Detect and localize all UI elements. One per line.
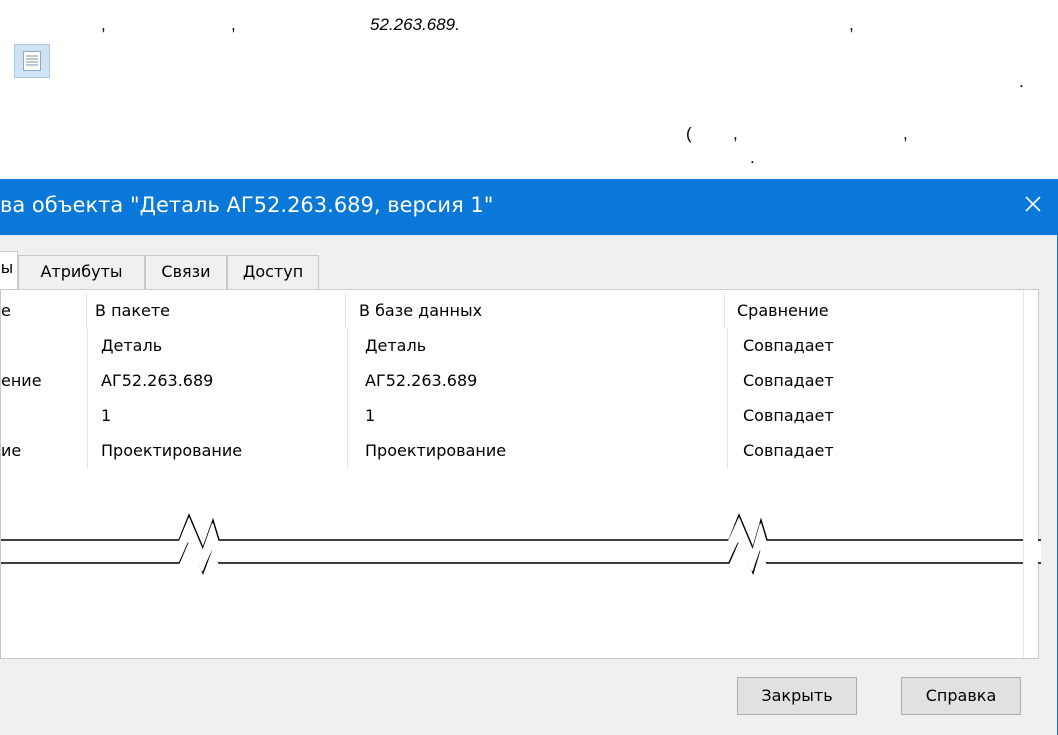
table-row[interactable]: Деталь Деталь Совпадает bbox=[1, 328, 1025, 363]
text-fragment: , bbox=[733, 124, 738, 143]
text-fragment: , bbox=[231, 15, 236, 34]
tab-access[interactable]: Доступ bbox=[227, 255, 319, 289]
text-fragment: , bbox=[849, 15, 854, 34]
cell-name: ие bbox=[1, 441, 22, 460]
cell-database: АГ52.263.689 bbox=[365, 371, 478, 390]
cell-compare: Совпадает bbox=[743, 336, 834, 355]
table-row[interactable]: ие Проектирование Проектирование Совпада… bbox=[1, 433, 1025, 468]
object-properties-dialog: ва объекта "Деталь АГ52.263.689, версия … bbox=[0, 179, 1058, 735]
text-fragment: . bbox=[1019, 72, 1024, 91]
column-header-compare[interactable]: Сравнение bbox=[737, 293, 1024, 328]
properties-icon bbox=[14, 44, 50, 78]
cell-compare: Совпадает bbox=[743, 371, 834, 390]
break-line-graphic bbox=[1, 513, 1041, 576]
cell-name bbox=[1, 328, 86, 363]
text-fragment: , bbox=[903, 124, 908, 143]
cell-package: 1 bbox=[101, 406, 112, 425]
comparison-table-panel: е В пакете В базе данных Сравнение Детал… bbox=[0, 289, 1041, 659]
cell-compare: Совпадает bbox=[743, 406, 834, 425]
cell-compare: Совпадает bbox=[743, 441, 834, 460]
tab-links[interactable]: Связи bbox=[145, 255, 227, 289]
cell-name: ение bbox=[1, 371, 42, 390]
tab-label: Доступ bbox=[242, 262, 304, 281]
cell-database: 1 bbox=[365, 406, 376, 425]
dialog-title: ва объекта "Деталь АГ52.263.689, версия … bbox=[0, 193, 494, 217]
cell-database: Деталь bbox=[365, 336, 427, 355]
cell-package: Деталь bbox=[101, 336, 163, 355]
close-icon[interactable] bbox=[1018, 189, 1048, 219]
vertical-scrollbar[interactable] bbox=[1023, 290, 1038, 658]
column-header-package[interactable]: В пакете bbox=[95, 293, 346, 328]
column-header-name[interactable]: е bbox=[1, 293, 87, 328]
close-button[interactable]: Закрыть bbox=[737, 677, 857, 715]
tab-general[interactable]: ы bbox=[0, 251, 18, 289]
help-button[interactable]: Справка bbox=[901, 677, 1021, 715]
cell-package: Проектирование bbox=[101, 441, 243, 460]
tab-label: Связи bbox=[161, 262, 211, 281]
table-row[interactable]: 1 1 Совпадает bbox=[1, 398, 1025, 433]
tab-label: ы bbox=[0, 258, 14, 277]
table-row[interactable]: ение АГ52.263.689 АГ52.263.689 Совпадает bbox=[1, 363, 1025, 398]
cell-database: Проектирование bbox=[365, 441, 507, 460]
cell-name bbox=[1, 398, 86, 433]
part-number-text: 52.263.689. bbox=[370, 15, 460, 34]
cell-package: АГ52.263.689 bbox=[101, 371, 214, 390]
comparison-table: е В пакете В базе данных Сравнение Детал… bbox=[1, 290, 1041, 658]
column-header-database[interactable]: В базе данных bbox=[359, 293, 725, 328]
tab-label: Атрибуты bbox=[40, 262, 123, 281]
tab-attributes[interactable]: Атрибуты bbox=[18, 255, 145, 289]
text-fragment: ( bbox=[686, 124, 692, 143]
text-fragment: . bbox=[750, 148, 755, 167]
table-header: е В пакете В базе данных Сравнение bbox=[1, 293, 1025, 328]
text-fragment: , bbox=[101, 15, 106, 34]
dialog-titlebar: ва объекта "Деталь АГ52.263.689, версия … bbox=[0, 179, 1058, 235]
